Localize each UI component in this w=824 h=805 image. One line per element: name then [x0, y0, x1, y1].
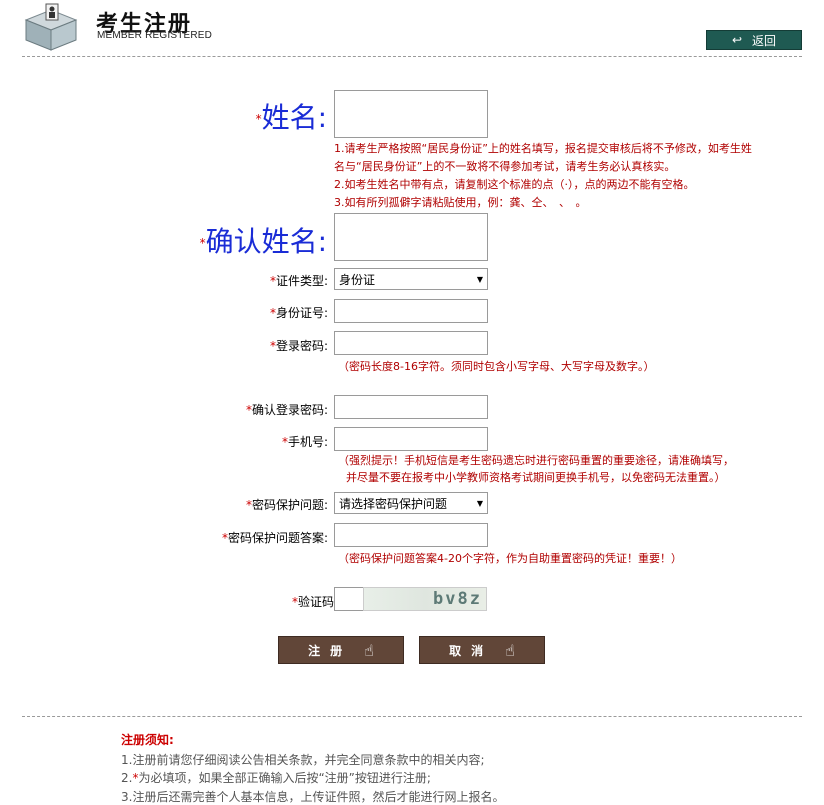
name-note-3: 2.如考生姓名中带有点，请复制这个标准的点（·），点的两边不能有空格。 — [334, 178, 695, 191]
password-label: *登录密码: — [269, 339, 328, 353]
header-divider — [22, 56, 802, 57]
notice-line-1: 1.注册前请您仔细阅读公告相关条款，并完全同意条款中的相关内容; — [121, 753, 485, 767]
back-button[interactable]: ↩ 返回 — [706, 30, 802, 50]
phone-label: *手机号: — [281, 435, 328, 449]
pointer-hand-icon: ☝ — [364, 640, 374, 660]
notice-title: 注册须知: — [121, 733, 174, 747]
password-note: （密码长度8-16字符。须同时包含小写字母、大写字母及数字。） — [338, 360, 655, 373]
captcha-label: *验证码 — [291, 595, 334, 609]
page-subtitle: MEMBER REGISTERED — [97, 30, 213, 41]
phone-note-2: 并尽量不要在报考中小学教师资格考试期间更换手机号，以免密码无法重置。） — [346, 471, 726, 484]
pointer-hand-icon: ☝ — [505, 640, 515, 660]
confirm-name-label: *确认姓名: — [199, 225, 327, 258]
id-type-value: 身份证 — [339, 272, 376, 287]
question-select[interactable]: 请选择密码保护问题 ▼ — [334, 492, 488, 514]
notice-line-3: 3.注册后还需完善个人基本信息，上传证件照，然后才能进行网上报名。 — [121, 790, 505, 804]
name-note-2: 名与“居民身份证”上的不一致将不得参加考试，请考生务必认真核实。 — [334, 160, 676, 173]
captcha-text: bv8z — [433, 589, 482, 609]
name-note-4: 3.如有所列孤僻字请粘贴使用，例：龚、仝、 、 。 — [334, 196, 587, 209]
cancel-button[interactable]: 取消 ☝ — [419, 636, 545, 664]
register-button[interactable]: 注册 ☝ — [278, 636, 404, 664]
confirm-password-input[interactable] — [334, 395, 488, 419]
name-input[interactable] — [334, 90, 488, 138]
captcha-image[interactable]: bv8z — [363, 587, 487, 611]
back-arrow-icon: ↩ — [731, 33, 743, 47]
id-type-select[interactable]: 身份证 ▼ — [334, 268, 488, 290]
id-number-label: *身份证号: — [269, 306, 328, 320]
page-header: 考生注册 MEMBER REGISTERED ↩ 返回 — [0, 0, 824, 58]
back-label: 返回 — [752, 33, 777, 48]
id-type-label: *证件类型: — [269, 274, 328, 288]
cancel-label: 取消 — [449, 643, 494, 658]
name-note-1: 1.请考生严格按照“居民身份证”上的姓名填写，报名提交审核后将不予修改，如考生姓 — [334, 142, 752, 155]
notice-line-2: 2.*为必填项，如果全部正确输入后按“注册”按钮进行注册; — [121, 771, 431, 785]
chevron-down-icon: ▼ — [476, 274, 483, 284]
register-logo-icon — [24, 3, 78, 51]
confirm-name-input[interactable] — [334, 213, 488, 261]
captcha-input[interactable] — [334, 587, 364, 611]
phone-input[interactable] — [334, 427, 488, 451]
answer-label: *密码保护问题答案: — [221, 531, 328, 545]
confirm-password-label: *确认登录密码: — [245, 403, 328, 417]
answer-input[interactable] — [334, 523, 488, 547]
password-input[interactable] — [334, 331, 488, 355]
id-number-input[interactable] — [334, 299, 488, 323]
answer-note: （密码保护问题答案4-20个字符，作为自助重置密码的凭证！重要！） — [338, 552, 682, 565]
register-label: 注册 — [308, 643, 353, 658]
name-label: *姓名: — [255, 101, 327, 134]
footer-divider — [22, 716, 802, 717]
phone-note-1: （强烈提示！手机短信是考生密码遗忘时进行密码重置的重要途径，请准确填写， — [338, 454, 734, 467]
question-value: 请选择密码保护问题 — [339, 496, 448, 511]
chevron-down-icon: ▼ — [476, 498, 483, 508]
question-label: *密码保护问题: — [245, 498, 328, 512]
